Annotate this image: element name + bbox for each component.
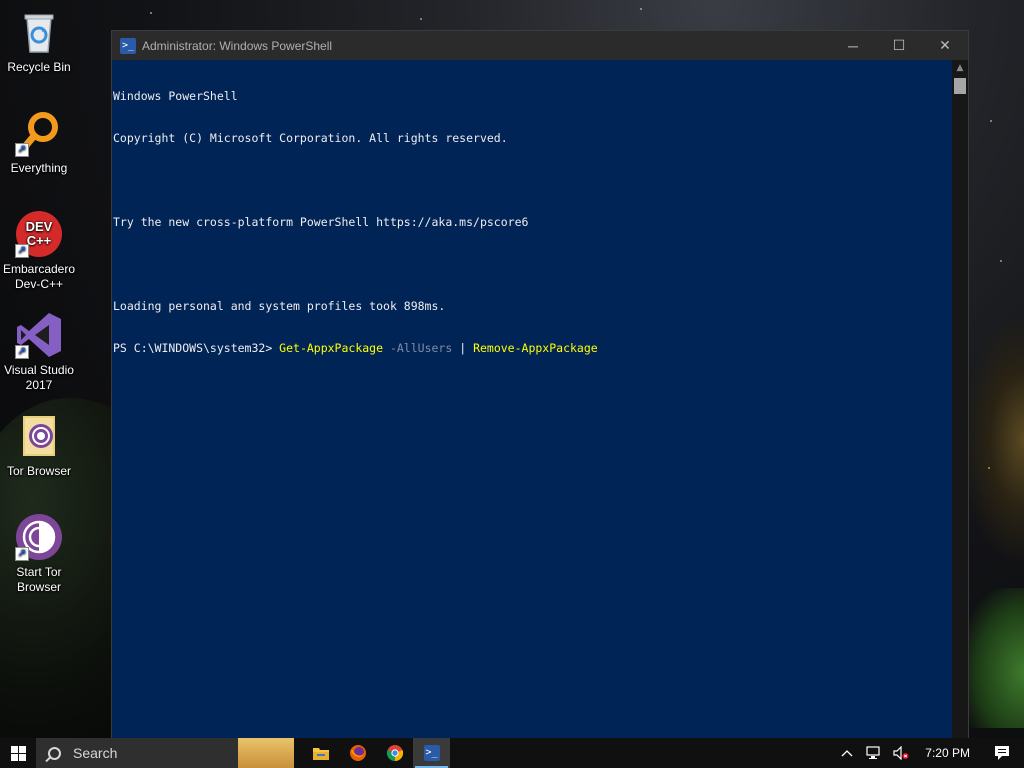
desktop-icon-label: Tor Browser: [6, 464, 71, 478]
star: [990, 120, 992, 122]
vertical-scrollbar[interactable]: ▲: [952, 60, 968, 738]
window-titlebar[interactable]: >_ Administrator: Windows PowerShell ─ ☐…: [112, 31, 968, 60]
console-output[interactable]: Windows PowerShell Copyright (C) Microso…: [112, 60, 954, 738]
tor-folder-icon: [15, 412, 63, 460]
desktop-icon-label: Everything: [10, 161, 68, 175]
desktop-icon-tor-folder[interactable]: Tor Browser: [0, 412, 78, 479]
windows-logo-icon: [10, 745, 26, 761]
chrome-icon: [386, 745, 403, 762]
search-placeholder: Search: [73, 745, 118, 761]
scroll-up-arrow-icon[interactable]: ▲: [952, 60, 968, 77]
shortcut-arrow-icon: ↗: [15, 345, 29, 359]
scrollbar-thumb[interactable]: [954, 78, 966, 94]
close-button[interactable]: ✕: [922, 31, 968, 60]
console-line: Copyright (C) Microsoft Corporation. All…: [113, 131, 508, 145]
desktop-icon-label: Visual Studio 2017: [4, 363, 74, 392]
console-line: Loading personal and system profiles too…: [113, 299, 446, 313]
powershell-window[interactable]: >_ Administrator: Windows PowerShell ─ ☐…: [111, 30, 969, 739]
desktop-icon-everything[interactable]: ↗ Everything: [0, 109, 78, 176]
taskbar-search-box[interactable]: Search: [36, 738, 294, 768]
folder-icon: [312, 748, 329, 760]
volume-muted-icon[interactable]: [887, 738, 915, 768]
recycle-bin-icon: [15, 8, 63, 56]
star: [988, 467, 990, 469]
command-remove-appxpackage: Remove-AppxPackage: [466, 341, 598, 355]
console-line: Windows PowerShell: [113, 89, 238, 103]
start-button[interactable]: [0, 738, 36, 768]
window-title: Administrator: Windows PowerShell: [142, 38, 333, 53]
desktop-icon-recycle-bin[interactable]: Recycle Bin: [0, 8, 78, 75]
everything-search-icon: ↗: [15, 109, 63, 157]
taskbar-firefox[interactable]: [339, 738, 376, 768]
svg-text:DEV: DEV: [26, 219, 53, 234]
desktop-icon-start-tor[interactable]: ↗ Start Tor Browser: [0, 513, 78, 595]
star: [640, 8, 642, 10]
search-icon: [48, 746, 61, 760]
show-hidden-icons-chevron-up-icon[interactable]: [835, 738, 859, 768]
taskbar-clock[interactable]: 7:20 PM: [915, 738, 980, 768]
desktop-icon-label: Embarcadero Dev-C++: [2, 262, 76, 291]
network-icon[interactable]: [859, 738, 887, 768]
desktop-horizon-glow: [964, 320, 1024, 560]
taskbar-chrome[interactable]: [376, 738, 413, 768]
svg-text:C++: C++: [27, 233, 52, 248]
desktop-icon-visual-studio[interactable]: ↗ Visual Studio 2017: [0, 311, 78, 393]
desktop-grass: [964, 588, 1024, 728]
shortcut-arrow-icon: ↗: [15, 143, 29, 157]
action-center-notification-icon[interactable]: [980, 738, 1024, 768]
console-prompt: PS C:\WINDOWS\system32>: [113, 341, 280, 355]
star: [1000, 260, 1002, 262]
star: [420, 18, 422, 20]
parameter-allusers: -AllUsers: [383, 341, 460, 355]
taskbar-powershell[interactable]: >_: [413, 738, 450, 768]
tor-browser-icon: ↗: [15, 513, 63, 561]
console-line: Try the new cross-platform PowerShell ht…: [113, 215, 529, 229]
star: [150, 12, 152, 14]
taskbar: Search >_ 7:20 PM: [0, 738, 1024, 768]
maximize-button[interactable]: ☐: [876, 31, 922, 60]
desktop-icon-devcpp[interactable]: DEV C++ ↗ Embarcadero Dev-C++: [0, 210, 78, 292]
devcpp-icon: DEV C++ ↗: [15, 210, 63, 258]
minimize-button[interactable]: ─: [830, 31, 876, 60]
taskbar-file-explorer[interactable]: [302, 738, 339, 768]
system-tray: 7:20 PM: [835, 738, 1024, 768]
console-command-line[interactable]: PS C:\WINDOWS\system32> Get-AppxPackage …: [113, 341, 954, 355]
shortcut-arrow-icon: ↗: [15, 547, 29, 561]
search-highlight-image: [238, 738, 294, 768]
visual-studio-icon: ↗: [15, 311, 63, 359]
command-get-appxpackage: Get-AppxPackage: [279, 341, 384, 355]
firefox-icon: [349, 745, 366, 761]
powershell-icon: >_: [120, 37, 136, 54]
powershell-icon: >_: [423, 745, 440, 761]
desktop-icon-label: Recycle Bin: [7, 60, 71, 74]
desktop-icon-label: Start Tor Browser: [16, 565, 62, 594]
shortcut-arrow-icon: ↗: [15, 244, 29, 258]
